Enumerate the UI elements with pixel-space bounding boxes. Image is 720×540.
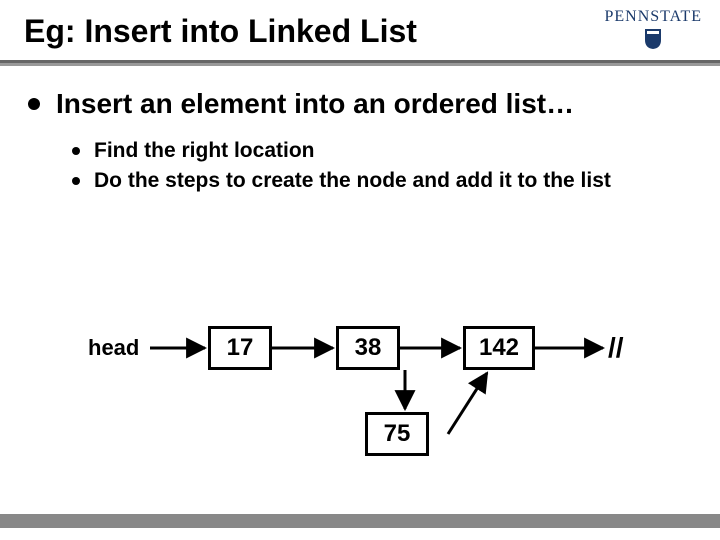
bullet-dot-icon [72, 147, 80, 155]
bullet-main-text: Insert an element into an ordered list… [56, 88, 574, 120]
head-label: head [88, 335, 139, 361]
bullet-level2: Find the right location [72, 138, 692, 164]
title-bar: Eg: Insert into Linked List PENNSTATE [0, 0, 720, 66]
bullet-sub2-text: Do the steps to create the node and add … [94, 168, 611, 194]
bullet-dot-icon [72, 177, 80, 185]
insert-node-box: 75 [365, 412, 429, 456]
footer-bar [0, 514, 720, 528]
content-area: Insert an element into an ordered list… … [0, 66, 720, 195]
bullet-sub1-text: Find the right location [94, 138, 314, 164]
shield-icon [644, 28, 662, 50]
bullet-level2: Do the steps to create the node and add … [72, 168, 692, 194]
node-box-3: 142 [463, 326, 535, 370]
node-box-2: 38 [336, 326, 400, 370]
bullet-level1: Insert an element into an ordered list… [28, 88, 692, 120]
null-terminator: // [608, 332, 624, 364]
slide-title: Eg: Insert into Linked List [24, 13, 417, 50]
pennstate-logo: PENNSTATE [605, 8, 703, 50]
node-box-1: 17 [208, 326, 272, 370]
logo-text: PENNSTATE [605, 8, 703, 26]
bullet-dot-icon [28, 98, 40, 110]
sublist: Find the right location Do the steps to … [28, 134, 692, 195]
